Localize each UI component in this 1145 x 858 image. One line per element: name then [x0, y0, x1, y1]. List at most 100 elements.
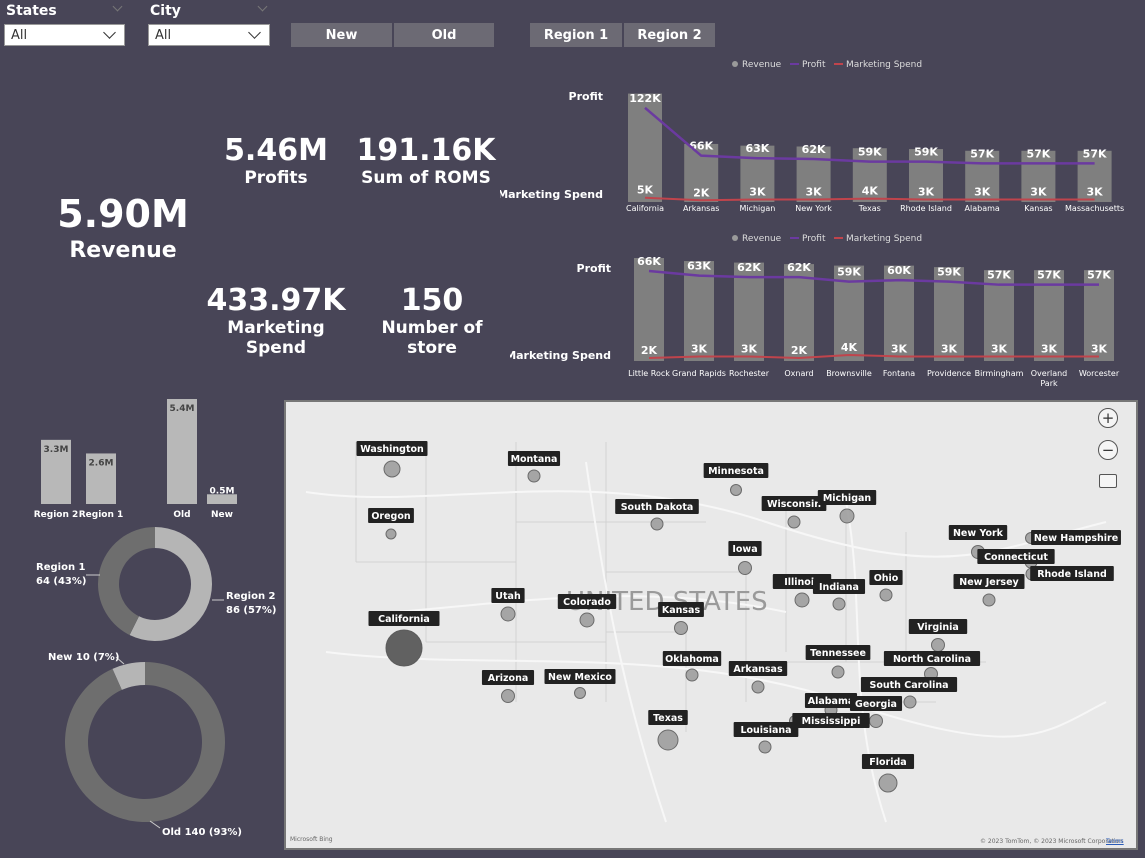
- state-bubble[interactable]: [383, 460, 401, 478]
- state-bubble[interactable]: [650, 517, 664, 531]
- state-bubble[interactable]: [501, 689, 515, 703]
- profit-data-label: 62K: [802, 143, 826, 156]
- state-bubble[interactable]: [831, 665, 845, 679]
- state-bubble[interactable]: [839, 508, 855, 524]
- bing-logo: Microsoft Bing: [290, 836, 333, 843]
- region2-button[interactable]: Region 2: [624, 23, 715, 47]
- bar[interactable]: [167, 399, 197, 504]
- store-type-donut-chart[interactable]: New 10 (7%) Old 140 (93%): [20, 640, 280, 845]
- state-bubble[interactable]: [674, 621, 688, 635]
- old-button[interactable]: Old: [394, 23, 494, 47]
- zoom-out-icon[interactable]: −: [1098, 440, 1118, 460]
- marketing-data-label: 3K: [941, 342, 958, 355]
- state-bubble[interactable]: [685, 668, 699, 682]
- marketing-data-label: 4K: [862, 185, 879, 198]
- state-label: Georgia: [855, 699, 897, 710]
- profit-data-label: 59K: [914, 146, 938, 159]
- state-bubble[interactable]: [527, 469, 541, 483]
- profit-data-label: 66K: [637, 255, 661, 268]
- revenue-value: 5.90M: [57, 192, 189, 236]
- category-tick-label: Overland Park: [1031, 369, 1068, 388]
- map-terms-link[interactable]: Terms: [1106, 838, 1124, 845]
- zoom-in-icon[interactable]: +: [1098, 408, 1118, 428]
- profit-data-label: 59K: [937, 266, 961, 279]
- map-canvas[interactable]: UNITED STATESWashingtonOregonCaliforniaM…: [286, 402, 1136, 848]
- legend-revenue-marker: [732, 61, 738, 67]
- state-bubble[interactable]: [878, 773, 898, 793]
- state-bubble[interactable]: [982, 593, 996, 607]
- marketing-row-label: Marketing Spend: [500, 188, 603, 201]
- state-bubble[interactable]: [385, 629, 423, 667]
- donut-slice[interactable]: [98, 527, 155, 636]
- states-slicer-chevron-icon[interactable]: [112, 1, 123, 12]
- roms-card: 191.16K Sum of ROMS: [356, 133, 496, 188]
- state-map[interactable]: UNITED STATESWashingtonOregonCaliforniaM…: [284, 400, 1138, 850]
- state-label: Wisconsin: [767, 499, 821, 510]
- state-label: New Jersey: [959, 577, 1019, 588]
- marketing-line[interactable]: [648, 353, 1099, 359]
- region1-button[interactable]: Region 1: [530, 23, 622, 47]
- state-bubble[interactable]: [758, 740, 772, 754]
- state-label: Alabama: [808, 696, 855, 707]
- state-bubble[interactable]: [751, 680, 765, 694]
- marketing-label: Marketing Spend: [227, 318, 325, 358]
- profit-data-label: 57K: [970, 147, 994, 160]
- state-bubble[interactable]: [500, 606, 516, 622]
- state-label: Florida: [869, 757, 906, 768]
- profit-row-label: Profit: [569, 90, 603, 103]
- legend-entry: Profit: [802, 234, 826, 244]
- category-tick-label: Birmingham: [975, 369, 1024, 378]
- profit-data-label: 62K: [787, 261, 811, 274]
- bar-category-label: New: [211, 510, 233, 520]
- state-bubble[interactable]: [869, 714, 883, 728]
- profit-line[interactable]: [648, 269, 1099, 286]
- category-tick-label: Grand Rapids: [672, 369, 726, 378]
- state-label: North Carolina: [893, 654, 971, 665]
- bar-category-label: Region 1: [79, 510, 124, 520]
- marketing-data-label: 3K: [1087, 185, 1104, 198]
- profit-data-label: 122K: [629, 92, 661, 105]
- state-label: South Dakota: [621, 502, 694, 513]
- state-label: New Mexico: [548, 672, 612, 683]
- state-bubble[interactable]: [931, 638, 945, 652]
- city-dropdown-value: All: [155, 27, 172, 43]
- state-bubble[interactable]: [879, 588, 893, 602]
- marketing-data-label: 3K: [691, 342, 708, 355]
- city-combo-chart[interactable]: Revenue Profit Marketing Spend Profit Market…: [510, 229, 1130, 392]
- marketing-data-label: 3K: [991, 342, 1008, 355]
- map-style-icon[interactable]: [1099, 474, 1117, 488]
- state-label: Texas: [653, 713, 683, 724]
- state-bubble[interactable]: [385, 528, 397, 540]
- state-bubble[interactable]: [903, 695, 917, 709]
- region-type-bar-chart[interactable]: 3.3M Region 2 2.6M Region 1 5.4M Old 0.5M New: [30, 395, 250, 525]
- legend-revenue-marker: [732, 235, 738, 241]
- state-bubble[interactable]: [579, 612, 595, 628]
- city-slicer-chevron-icon[interactable]: [257, 1, 268, 12]
- state-bubble[interactable]: [787, 515, 801, 529]
- marketing-data-label: 3K: [1041, 342, 1058, 355]
- state-bubble[interactable]: [794, 592, 810, 608]
- states-dropdown[interactable]: All: [4, 24, 125, 46]
- revenue-label: Revenue: [69, 238, 177, 263]
- new-button[interactable]: New: [291, 23, 392, 47]
- state-bubble[interactable]: [657, 729, 679, 751]
- roms-value: 191.16K: [356, 133, 496, 168]
- marketing-card: 433.97K Marketing Spend: [198, 283, 354, 358]
- category-tick-label: Brownsville: [826, 369, 872, 378]
- category-tick-label: Oxnard: [784, 369, 813, 378]
- donut-slice[interactable]: [65, 662, 225, 822]
- profit-data-label: 59K: [858, 146, 882, 159]
- state-combo-chart[interactable]: Revenue Profit Marketing Spend Profit Market…: [500, 55, 1130, 220]
- category-tick-label: Massachusetts: [1065, 204, 1124, 213]
- region-donut-chart[interactable]: Region 1 64 (43%) Region 2 86 (57%): [20, 525, 280, 650]
- city-dropdown[interactable]: All: [148, 24, 270, 46]
- marketing-data-label: 2K: [693, 186, 710, 199]
- category-tick-label: Little Rock: [628, 369, 670, 378]
- slice-value-label: 64 (43%): [36, 576, 86, 587]
- state-bubble[interactable]: [730, 484, 742, 496]
- state-bubble[interactable]: [738, 561, 752, 575]
- category-tick-label: Michigan: [739, 204, 775, 213]
- state-bubble[interactable]: [574, 687, 586, 699]
- state-bubble[interactable]: [832, 597, 846, 611]
- marketing-data-label: 4K: [841, 341, 858, 354]
